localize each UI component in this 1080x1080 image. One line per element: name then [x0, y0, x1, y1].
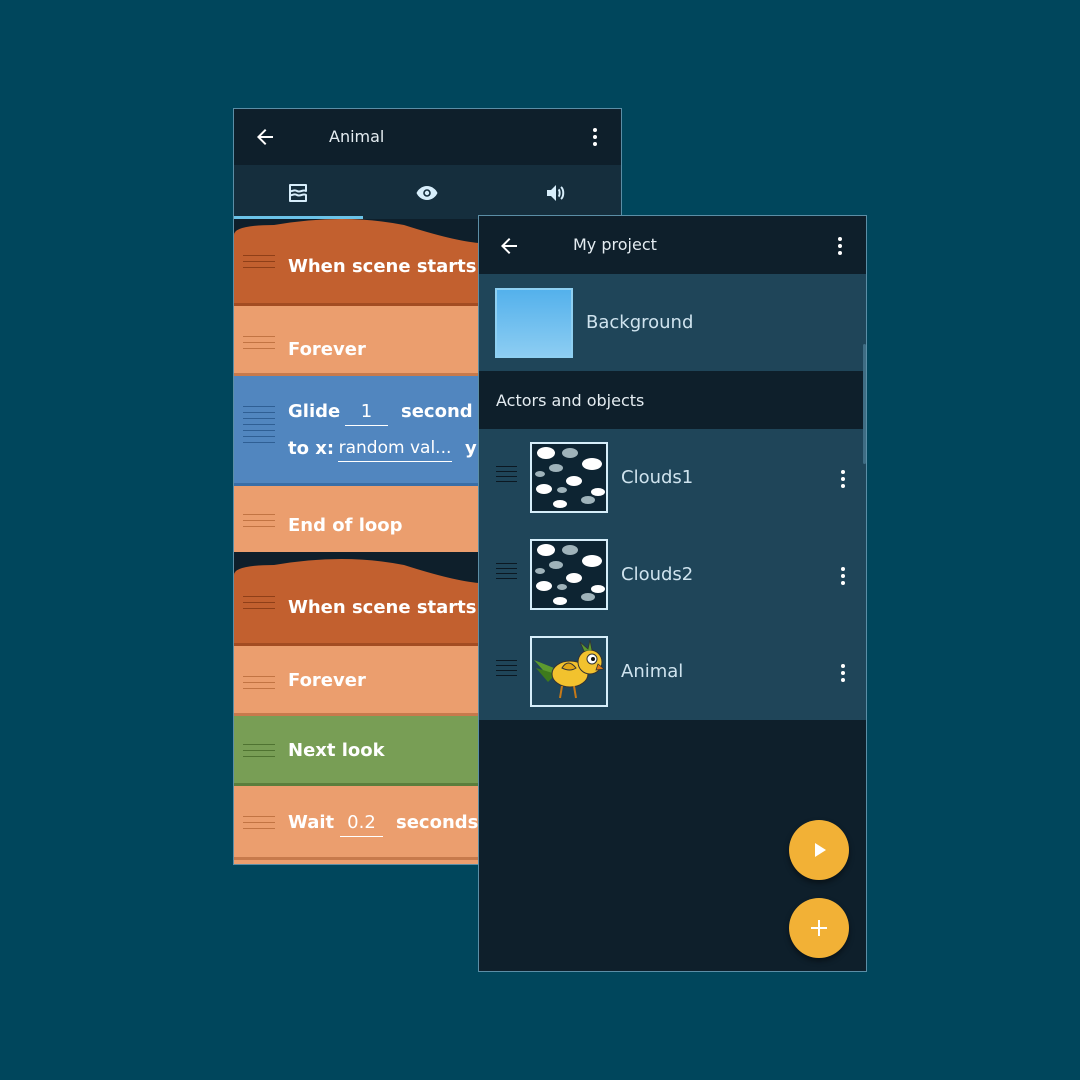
drag-handle[interactable] [243, 255, 275, 273]
app-bar: Animal [234, 109, 621, 165]
plus-icon [811, 920, 827, 936]
bird-thumbnail [530, 636, 608, 707]
x-value-field[interactable]: random val... [338, 438, 452, 462]
brick-label: Wait [288, 812, 335, 833]
scripts-icon [289, 184, 307, 202]
object-name: Clouds2 [621, 564, 694, 585]
brick-label: When scene starts [288, 597, 477, 618]
object-name: Animal [621, 661, 684, 682]
drag-handle[interactable] [496, 466, 517, 486]
wait-value-field[interactable]: 0.2 [340, 812, 383, 837]
brick-label: End of loop [288, 515, 403, 536]
duration-field[interactable]: 1 [345, 401, 388, 426]
clouds-thumbnail [530, 539, 608, 610]
more-options-icon[interactable] [828, 234, 852, 258]
brick-unit-label: seconds [396, 812, 479, 833]
back-arrow-icon[interactable] [497, 234, 521, 258]
object-row-clouds2[interactable]: Clouds2 [479, 526, 866, 623]
drag-handle[interactable] [496, 660, 517, 680]
page-title: Animal [329, 127, 385, 146]
background-thumbnail [495, 288, 573, 358]
brick-label: Glide [288, 401, 341, 422]
brick-label: Forever [288, 670, 366, 691]
brick-label: Forever [288, 339, 366, 360]
tab-looks[interactable] [363, 165, 492, 219]
section-header-label: Actors and objects [496, 391, 645, 410]
brick-label: Next look [288, 740, 385, 761]
project-screen: My project Background Actors and objects… [478, 215, 867, 972]
tab-bar [234, 165, 621, 219]
tab-scripts[interactable] [234, 165, 363, 219]
background-row[interactable]: Background [479, 274, 866, 371]
drag-handle[interactable] [243, 514, 275, 532]
drag-handle[interactable] [243, 406, 275, 448]
object-menu-icon[interactable] [831, 661, 855, 685]
more-options-icon[interactable] [583, 125, 607, 149]
section-header: Actors and objects [479, 371, 866, 429]
object-row-animal[interactable]: Animal [479, 623, 866, 720]
drag-handle[interactable] [243, 744, 275, 762]
object-row-clouds1[interactable]: Clouds1 [479, 429, 866, 526]
object-menu-icon[interactable] [831, 467, 855, 491]
brick-label: to x: [288, 438, 335, 459]
drag-handle[interactable] [243, 676, 275, 694]
brick-label: When scene starts [288, 256, 477, 277]
object-name: Clouds1 [621, 467, 694, 488]
tab-sounds[interactable] [492, 165, 621, 219]
play-button[interactable] [789, 820, 849, 880]
background-label: Background [586, 312, 694, 333]
scrollbar[interactable] [863, 344, 866, 464]
drag-handle[interactable] [243, 596, 275, 614]
back-arrow-icon[interactable] [253, 125, 277, 149]
drag-handle[interactable] [243, 816, 275, 834]
drag-handle[interactable] [243, 336, 275, 354]
brick-unit-label: second [401, 401, 473, 422]
drag-handle[interactable] [496, 563, 517, 583]
sound-icon [547, 185, 565, 201]
add-button[interactable] [789, 898, 849, 958]
page-title: My project [573, 235, 657, 254]
play-icon [815, 843, 826, 857]
clouds-thumbnail [530, 442, 608, 513]
app-bar: My project [479, 216, 866, 274]
object-menu-icon[interactable] [831, 564, 855, 588]
eye-icon [416, 186, 438, 200]
